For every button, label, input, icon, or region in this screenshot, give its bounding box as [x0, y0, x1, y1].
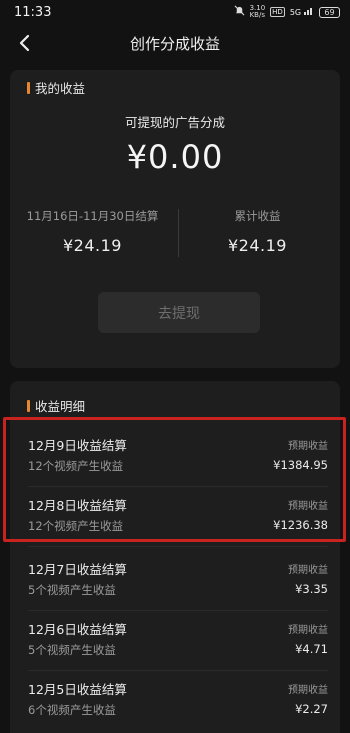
- status-bar: 11:33 3.10 KB/s HD 5G 69: [0, 0, 350, 24]
- row-date: 12月5日收益结算: [28, 682, 127, 697]
- row-date: 12月6日收益结算: [28, 622, 127, 637]
- row-count: 6个视频产生收益: [28, 703, 116, 717]
- row-amount: ¥2.27: [295, 702, 328, 716]
- total-label: 累计收益: [234, 209, 281, 223]
- back-button[interactable]: [12, 30, 36, 56]
- row-count: 12个视频产生收益: [28, 459, 124, 473]
- row-tag: 预期收益: [288, 501, 328, 512]
- detail-card: 收益明细 12月9日收益结算 12个视频产生收益 预期收益 ¥1384.95 1…: [10, 381, 340, 733]
- detail-row[interactable]: 12月6日收益结算 5个视频产生收益 预期收益 ¥4.71: [10, 611, 340, 671]
- row-date: 12月9日收益结算: [28, 438, 127, 453]
- detail-row[interactable]: 12月9日收益结算 12个视频产生收益 预期收益 ¥1384.95: [10, 427, 340, 487]
- row-amount: ¥4.71: [295, 642, 328, 656]
- chevron-left-icon: [19, 34, 30, 52]
- withdrawable-amount: ¥0.00: [126, 138, 224, 176]
- net-speed-readout: 3.10 KB/s: [250, 5, 266, 19]
- total-stat: 累计收益 ¥24.19: [175, 208, 340, 255]
- row-tag: 预期收益: [288, 565, 328, 576]
- section-accent-bar: [27, 399, 30, 412]
- row-tag: 预期收益: [288, 685, 328, 696]
- row-amount: ¥1384.95: [273, 458, 328, 472]
- income-section-title: 我的收益: [27, 78, 85, 97]
- row-amount: ¥3.35: [295, 582, 328, 596]
- income-section-label: 我的收益: [35, 81, 86, 96]
- net-unit: KB/s: [249, 11, 265, 19]
- mute-icon: [234, 5, 245, 19]
- detail-row[interactable]: 12月7日收益结算 5个视频产生收益 预期收益 ¥3.35: [10, 551, 340, 611]
- period-label: 11月16日-11月30日结算: [26, 209, 159, 223]
- row-date: 12月7日收益结算: [28, 562, 127, 577]
- detail-row[interactable]: 12月8日收益结算 12个视频产生收益 预期收益 ¥1236.38: [10, 487, 340, 547]
- row-count: 5个视频产生收益: [28, 583, 116, 597]
- detail-row[interactable]: 12月5日收益结算 6个视频产生收益 预期收益 ¥2.27: [10, 671, 340, 731]
- status-time: 11:33: [14, 4, 52, 20]
- row-date: 12月8日收益结算: [28, 498, 127, 513]
- row-count: 5个视频产生收益: [28, 643, 116, 657]
- withdraw-button[interactable]: 去提现: [98, 292, 260, 333]
- section-accent-bar: [27, 81, 30, 94]
- page-title: 创作分成收益: [129, 34, 220, 53]
- battery-icon: 69: [319, 6, 340, 18]
- detail-section-title: 收益明细: [27, 396, 85, 415]
- status-icons: 3.10 KB/s HD 5G 69: [234, 5, 340, 19]
- period-value: ¥24.19: [63, 236, 122, 255]
- total-value: ¥24.19: [228, 236, 287, 255]
- income-card: 我的收益 可提现的广告分成 ¥0.00 11月16日-11月30日结算 ¥24.…: [10, 70, 340, 368]
- row-divider: [28, 546, 328, 547]
- signal-icon: 5G: [290, 6, 314, 18]
- hd-badge: HD: [270, 7, 285, 17]
- signal-label: 5G: [289, 8, 302, 17]
- ad-share-label: 可提现的广告分成: [124, 115, 225, 130]
- row-amount: ¥1236.38: [273, 518, 328, 532]
- row-tag: 预期收益: [288, 625, 328, 636]
- detail-section-label: 收益明细: [35, 399, 86, 414]
- period-stat: 11月16日-11月30日结算 ¥24.19: [10, 208, 175, 255]
- row-count: 12个视频产生收益: [28, 519, 124, 533]
- nav-bar: 创作分成收益: [0, 24, 350, 62]
- row-tag: 预期收益: [288, 441, 328, 452]
